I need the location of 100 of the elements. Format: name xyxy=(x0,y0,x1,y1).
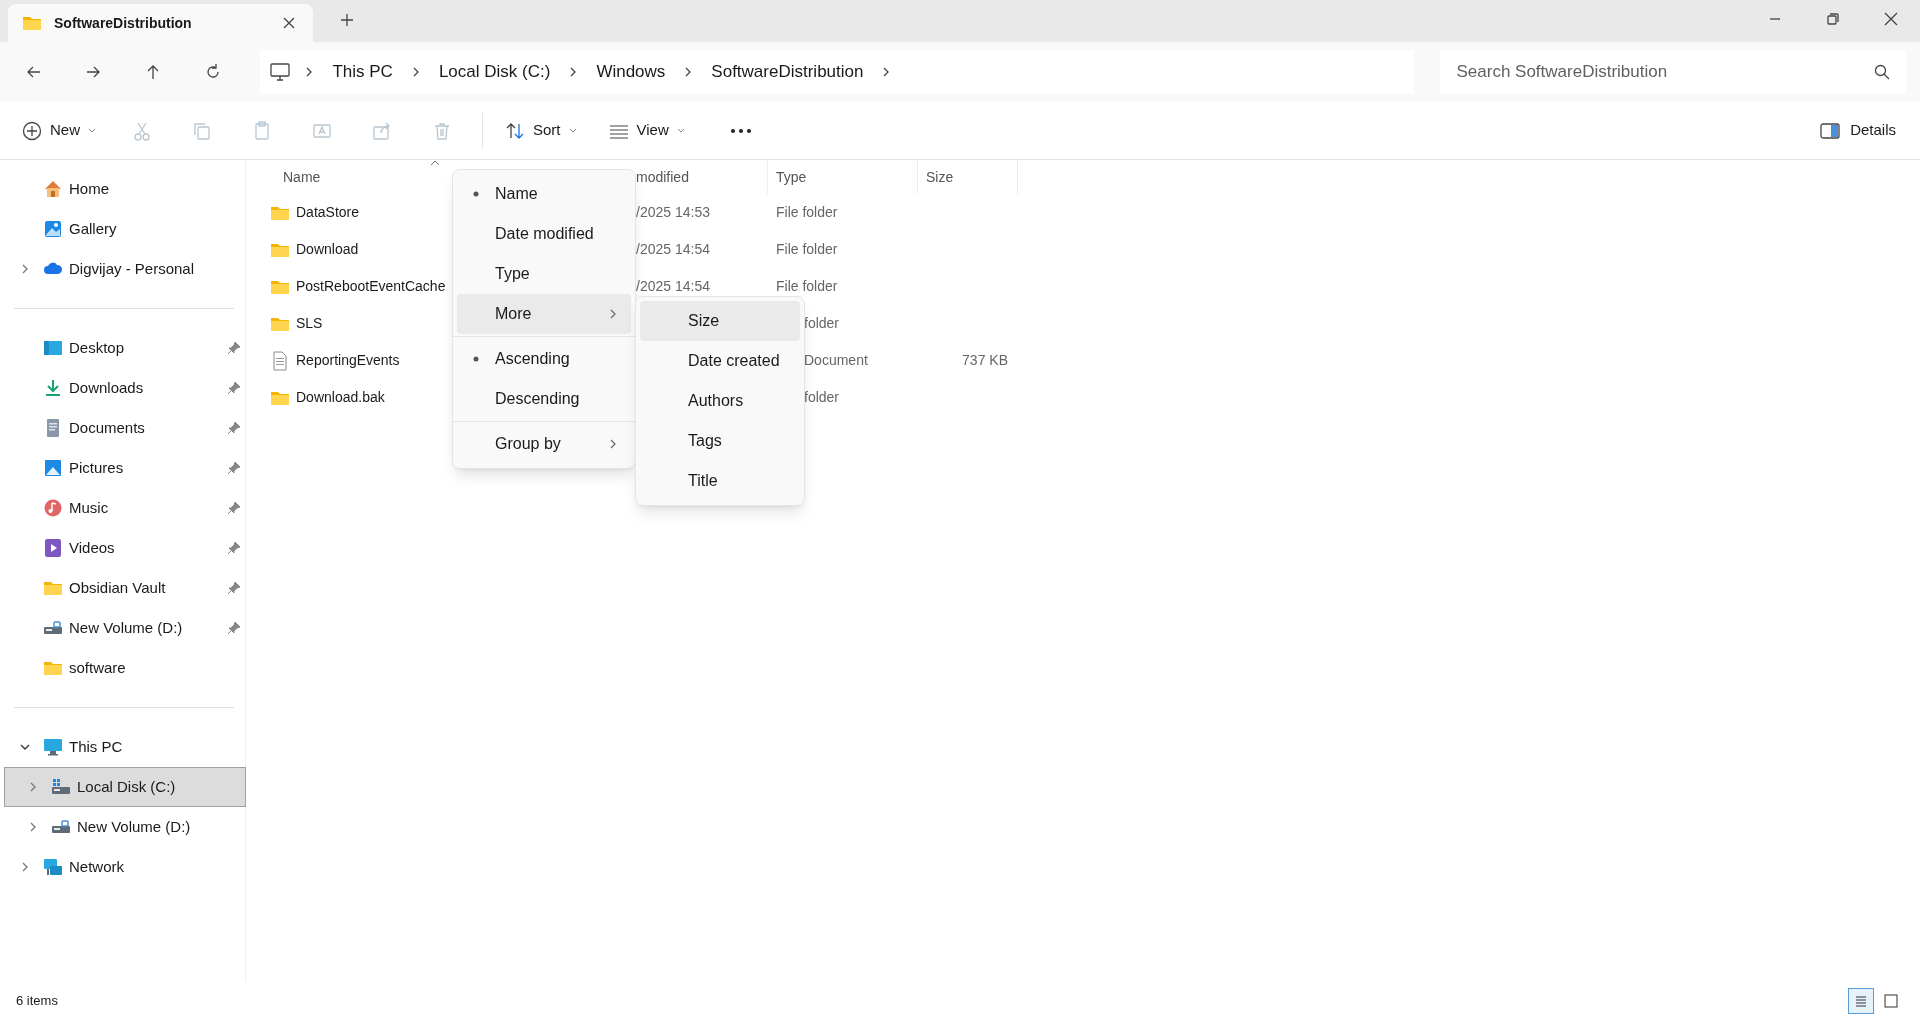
video-icon xyxy=(43,538,63,558)
size-cell: 737 KB xyxy=(962,352,1008,368)
file-name[interactable]: ReportingEvents xyxy=(296,350,400,371)
sidebar-label: Gallery xyxy=(69,218,118,239)
menu-item[interactable]: Date modified xyxy=(457,214,631,254)
menu-item[interactable]: Size xyxy=(640,301,800,341)
sidebar-label: Network xyxy=(69,856,125,877)
sidebar-item[interactable]: Desktop xyxy=(4,328,246,368)
column-header[interactable]: Size xyxy=(926,166,954,188)
breadcrumb[interactable]: Local Disk (C:) xyxy=(434,59,555,85)
item-count: 6 items xyxy=(16,992,58,1011)
view-button[interactable]: View xyxy=(602,110,691,151)
clipboard-icon xyxy=(252,120,272,141)
sidebar-label: New Volume (D:) xyxy=(69,617,184,638)
menu-item[interactable]: Title xyxy=(640,461,800,501)
column-header[interactable]: modified xyxy=(636,166,689,188)
breadcrumb[interactable]: This PC xyxy=(328,59,397,85)
menu-item[interactable]: More xyxy=(457,294,631,334)
monitor-icon xyxy=(270,62,291,82)
view-label: View xyxy=(636,120,669,141)
type-cell: Document xyxy=(804,352,868,368)
menu-item[interactable]: Ascending xyxy=(457,339,631,379)
column-header[interactable]: Type xyxy=(776,166,807,188)
sidebar-item[interactable]: Music xyxy=(4,488,246,528)
details-button[interactable]: Details xyxy=(1814,110,1902,151)
sidebar-item[interactable]: Digvijay - Personal xyxy=(4,249,246,289)
sidebar-item[interactable]: Network xyxy=(4,847,246,887)
music-icon xyxy=(43,498,63,518)
more-icon xyxy=(729,127,752,134)
sidebar-item[interactable]: Obsidian Vault xyxy=(4,568,246,608)
sidebar-item[interactable]: Videos xyxy=(4,528,246,568)
view-toggle[interactable] xyxy=(1848,988,1874,1014)
menu-item[interactable]: Group by xyxy=(457,424,631,464)
sidebar-label: This PC xyxy=(69,736,124,757)
caret-icon xyxy=(676,127,685,134)
sidebar-label: Music xyxy=(69,497,110,518)
drive-icon xyxy=(51,777,71,797)
file-name[interactable]: DataStore xyxy=(296,202,360,223)
type-cell: File folder xyxy=(776,278,838,294)
sidebar-item[interactable]: Home xyxy=(4,169,246,209)
menu-item[interactable]: Authors xyxy=(640,381,800,421)
menu-item[interactable]: Descending xyxy=(457,379,631,419)
sidebar-label: software xyxy=(69,657,127,678)
close-icon xyxy=(1884,12,1898,26)
sidebar-item[interactable]: New Volume (D:) xyxy=(4,807,246,847)
date-cell: /2025 14:54 xyxy=(636,278,710,294)
menu-item[interactable]: Date created xyxy=(640,341,800,381)
file-name[interactable]: Download.bak xyxy=(296,387,385,408)
sidebar-label: Obsidian Vault xyxy=(69,577,167,598)
plus-icon xyxy=(340,13,354,27)
trash-icon xyxy=(432,120,452,141)
sidebar-label: Home xyxy=(69,178,110,199)
sidebar-label: Documents xyxy=(69,417,146,438)
sidebar-label: New Volume (D:) xyxy=(77,816,192,837)
file-name[interactable]: Download xyxy=(296,239,359,260)
menu-item[interactable]: Type xyxy=(457,254,631,294)
type-cell: File folder xyxy=(776,204,838,220)
sidebar-item[interactable]: New Volume (D:) xyxy=(4,608,246,648)
breadcrumb[interactable]: Windows xyxy=(592,59,670,85)
sidebar-item[interactable]: This PC xyxy=(4,727,246,767)
sort-caret-icon xyxy=(430,160,440,166)
chevron-right-icon xyxy=(609,308,617,320)
sort-button[interactable]: Sort xyxy=(499,110,583,151)
sidebar-label: Videos xyxy=(69,537,116,558)
menu-item[interactable]: Tags xyxy=(640,421,800,461)
sidebar-label: Downloads xyxy=(69,377,145,398)
picture-icon xyxy=(43,458,63,478)
sidebar-label: Pictures xyxy=(69,457,125,478)
share-icon xyxy=(372,120,392,141)
address-bar[interactable]: This PC Local Disk (C:) Windows SoftwareDistribution xyxy=(260,50,1415,94)
scissors-icon xyxy=(132,120,152,141)
breadcrumb[interactable]: SoftwareDistribution xyxy=(707,59,868,85)
file-name[interactable]: SLS xyxy=(296,313,323,334)
new-label: New xyxy=(50,120,80,141)
sidebar-item[interactable]: Local Disk (C:) xyxy=(4,767,246,807)
tab[interactable]: SoftwareDistribution xyxy=(8,4,313,42)
sidebar-item[interactable]: Pictures xyxy=(4,448,246,488)
search-field[interactable]: Search SoftwareDistribution xyxy=(1440,50,1906,94)
sidebar-item[interactable]: Downloads xyxy=(4,368,246,408)
restore-icon xyxy=(1827,13,1839,25)
new-button[interactable]: New xyxy=(18,110,100,151)
type-cell: folder xyxy=(804,315,840,331)
sidebar-label: Digvijay - Personal xyxy=(69,258,196,279)
date-cell: /2025 14:53 xyxy=(636,204,710,220)
sort-label: Sort xyxy=(533,120,561,141)
menu-item[interactable]: Name xyxy=(457,174,631,214)
close-icon xyxy=(283,17,295,29)
desktop-icon xyxy=(43,338,63,358)
file-name[interactable]: PostRebootEventCache xyxy=(296,276,446,297)
text-file-icon xyxy=(270,350,290,371)
details-pane-icon xyxy=(1820,122,1841,139)
type-cell: folder xyxy=(804,389,840,405)
sidebar-item[interactable]: software xyxy=(4,648,246,688)
chevron-right-icon xyxy=(609,438,617,450)
monitor-icon xyxy=(43,737,63,757)
sidebar-item[interactable]: Gallery xyxy=(4,209,246,249)
sidebar-item[interactable]: Documents xyxy=(4,408,246,448)
caret-icon xyxy=(88,127,96,134)
sidebar-label: Desktop xyxy=(69,337,126,358)
column-header[interactable]: Name xyxy=(283,166,321,188)
